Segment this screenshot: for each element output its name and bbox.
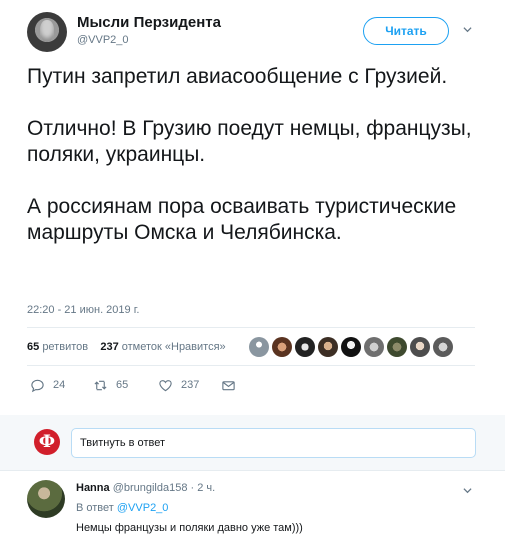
author-name[interactable]: Мысли Перзидента	[77, 14, 221, 31]
divider	[27, 327, 475, 328]
liker-avatar[interactable]	[249, 337, 269, 357]
follow-button[interactable]: Читать	[363, 17, 449, 45]
liker-avatar[interactable]	[341, 337, 361, 357]
retweets-label: ретвитов	[42, 341, 89, 353]
like-action[interactable]: 237	[158, 376, 199, 394]
reply-author-avatar[interactable]	[27, 480, 65, 518]
reply-count: 24	[53, 379, 66, 391]
reply-context-handle[interactable]: @VVP2_0	[117, 502, 169, 514]
tweet-header: Мысли Перзидента @VVP2_0 Читать	[0, 0, 505, 62]
liker-avatar[interactable]	[295, 337, 315, 357]
chevron-down-icon[interactable]	[463, 486, 472, 495]
liker-avatar[interactable]	[433, 337, 453, 357]
heart-icon	[159, 379, 172, 391]
reply-time[interactable]: · 2 ч.	[191, 482, 216, 494]
author-avatar[interactable]	[27, 12, 67, 52]
reply-context-prefix: В ответ	[76, 502, 114, 514]
reply-context: В ответ @VVP2_0	[76, 502, 168, 514]
liker-avatar[interactable]	[364, 337, 384, 357]
liker-avatar[interactable]	[318, 337, 338, 357]
reply-author-line: Hanna @brungilda158 · 2 ч.	[76, 482, 215, 494]
retweets-count: 65	[27, 341, 40, 353]
tweet-actions: 24 65 237	[30, 376, 450, 394]
reply-author-name[interactable]: Hanna	[76, 482, 110, 494]
likes-count: 237	[100, 341, 119, 353]
retweet-count: 65	[116, 379, 129, 391]
user-avatar-logo[interactable]: Ф	[34, 429, 60, 455]
likes-label: отметок «Нравится»	[121, 341, 226, 353]
tweet-text: Путин запретил авиасообщение с Грузией. …	[27, 64, 482, 246]
reply-tweet[interactable]: Hanna @brungilda158 · 2 ч. В ответ @VVP2…	[0, 471, 505, 543]
chevron-down-icon[interactable]	[463, 25, 472, 34]
likers-avatars	[249, 337, 453, 357]
liker-avatar[interactable]	[387, 337, 407, 357]
like-count: 237	[181, 379, 200, 391]
reply-text: Немцы французы и поляки давно уже там)))	[76, 522, 303, 534]
author-handle[interactable]: @VVP2_0	[77, 34, 129, 46]
reply-author-handle[interactable]: @brungilda158	[113, 482, 188, 494]
envelope-icon	[222, 380, 235, 390]
reply-icon	[31, 379, 44, 392]
tweet-paragraph: Отлично! В Грузию поедут немцы, французы…	[27, 117, 472, 166]
liker-avatar[interactable]	[410, 337, 430, 357]
retweets-stat[interactable]: 65 ретвитов	[27, 341, 88, 353]
tweet-paragraph: А россиянам пора осваивать туристические…	[27, 195, 457, 244]
reply-action[interactable]: 24	[30, 376, 65, 394]
message-action[interactable]	[221, 376, 236, 394]
reply-compose-area: Ф Твитнуть в ответ	[0, 415, 505, 470]
tweet-timestamp[interactable]: 22:20 - 21 июн. 2019 г.	[27, 304, 139, 316]
likes-stat[interactable]: 237 отметок «Нравится»	[100, 341, 225, 353]
divider	[27, 365, 475, 366]
tweet-stats: 65 ретвитов 237 отметок «Нравится»	[27, 335, 226, 359]
retweet-action[interactable]: 65	[93, 376, 128, 394]
retweet-icon	[94, 380, 107, 390]
reply-input[interactable]: Твитнуть в ответ	[71, 428, 476, 458]
liker-avatar[interactable]	[272, 337, 292, 357]
tweet-paragraph: Путин запретил авиасообщение с Грузией.	[27, 65, 448, 88]
